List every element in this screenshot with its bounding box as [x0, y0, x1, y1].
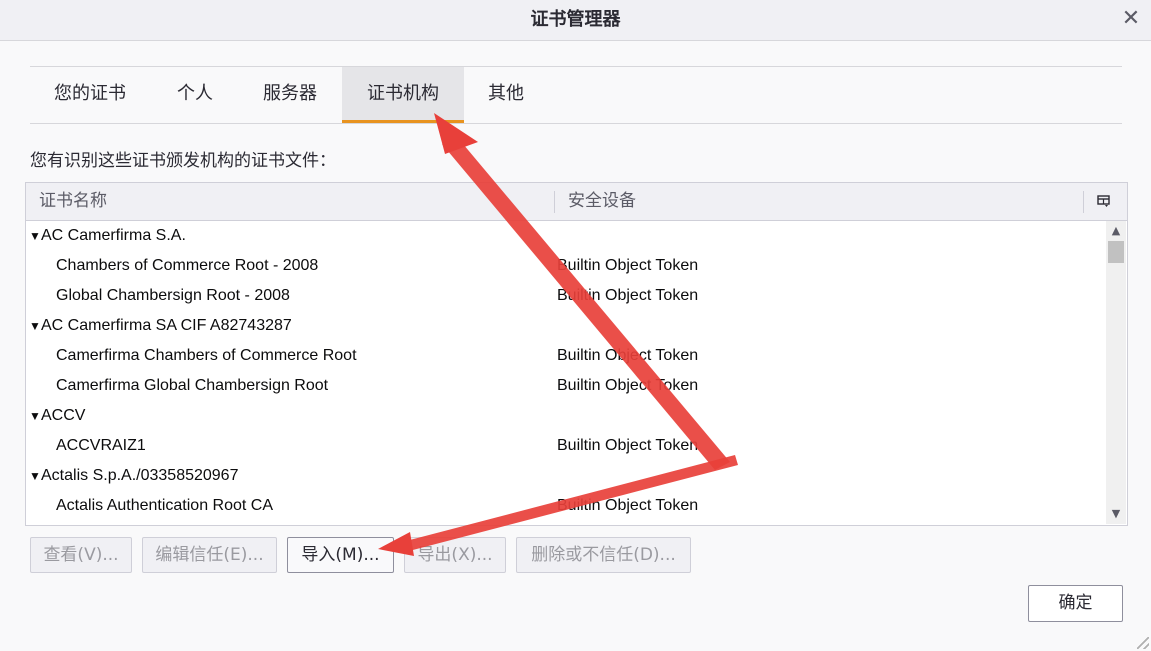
tab-servers[interactable]: 服务器 — [244, 67, 336, 121]
column-separator[interactable] — [1083, 191, 1084, 213]
column-separator[interactable] — [554, 191, 555, 213]
tree-row[interactable]: Global Chambersign Root - 2008 Builtin O… — [26, 281, 1106, 311]
title-bar: 证书管理器 ✕ — [0, 0, 1151, 41]
row-name: Actalis Authentication Root CA — [56, 497, 274, 514]
tree-row-parent[interactable]: ▼ ACCV — [26, 401, 1106, 431]
tree-row[interactable]: Actalis Authentication Root CA Builtin O… — [26, 491, 1106, 521]
row-name: Global Chambersign Root - 2008 — [56, 287, 290, 304]
row-device: Builtin Object Token — [557, 437, 699, 454]
chevron-down-icon[interactable]: ▼ — [1106, 506, 1126, 522]
column-header-device[interactable]: 安全设备 — [568, 183, 636, 220]
window-title: 证书管理器 — [530, 9, 621, 30]
column-picker-icon[interactable] — [1096, 193, 1112, 209]
row-name: AC Camerfirma S.A. — [41, 227, 186, 244]
row-device: Builtin Object Token — [557, 257, 699, 274]
delete-or-distrust-button[interactable]: 删除或不信任(D)... — [516, 537, 691, 573]
tree-row-parent[interactable]: ▼ AC Camerfirma SA CIF A82743287 — [26, 311, 1106, 341]
row-name: Camerfirma Global Chambersign Root — [56, 377, 329, 394]
intro-text: 您有识别这些证书颁发机构的证书文件： — [30, 151, 336, 171]
export-button[interactable]: 导出(X)... — [404, 537, 506, 573]
chevron-down-icon[interactable]: ▼ — [28, 401, 42, 431]
row-name: Chambers of Commerce Root - 2008 — [56, 257, 319, 274]
row-name: AC Camerfirma SA CIF A82743287 — [41, 317, 292, 334]
ok-button[interactable]: 确定 — [1028, 585, 1123, 622]
tree-row[interactable]: Chambers of Commerce Root - 2008 Builtin… — [26, 251, 1106, 281]
row-device: Builtin Object Token — [557, 377, 699, 394]
view-button[interactable]: 查看(V)... — [30, 537, 132, 573]
tab-authorities[interactable]: 证书机构 — [342, 67, 464, 123]
tree-rows: ▼ AC Camerfirma S.A. Chambers of Commerc… — [26, 221, 1106, 523]
tab-your-certificates[interactable]: 您的证书 — [30, 67, 150, 121]
tree-row[interactable]: Camerfirma Global Chambersign Root Built… — [26, 371, 1106, 401]
row-name: ACCVRAIZ1 — [56, 437, 146, 454]
row-device: Builtin Object Token — [557, 347, 699, 364]
row-name: ACCV — [41, 407, 86, 424]
row-name: Camerfirma Chambers of Commerce Root — [56, 347, 357, 364]
chevron-down-icon[interactable]: ▼ — [28, 311, 42, 341]
row-device: Builtin Object Token — [557, 287, 699, 304]
chevron-down-icon[interactable]: ▼ — [28, 461, 42, 491]
row-device: Builtin Object Token — [557, 497, 699, 514]
tree-row[interactable]: ACCVRAIZ1 Builtin Object Token — [26, 431, 1106, 461]
chevron-down-icon[interactable]: ▼ — [28, 221, 42, 251]
scrollbar-thumb[interactable] — [1108, 241, 1124, 263]
tab-people[interactable]: 个人 — [158, 67, 232, 121]
tree-row[interactable]: Camerfirma Chambers of Commerce Root Bui… — [26, 341, 1106, 371]
column-header-name[interactable]: 证书名称 — [39, 183, 107, 220]
vertical-scrollbar[interactable]: ▲ ▼ — [1106, 221, 1126, 524]
tab-bar: 您的证书 个人 服务器 证书机构 其他 — [30, 66, 1122, 124]
tree-header: 证书名称 安全设备 — [26, 183, 1127, 221]
tab-others[interactable]: 其他 — [470, 67, 542, 121]
edit-trust-button[interactable]: 编辑信任(E)... — [142, 537, 277, 573]
tree-row-parent[interactable]: ▼ Actalis S.p.A./03358520967 — [26, 461, 1106, 491]
row-name: Actalis S.p.A./03358520967 — [41, 467, 239, 484]
certificate-tree[interactable]: 证书名称 安全设备 ▼ AC Camerfirma S.A. Chambers … — [25, 182, 1128, 526]
tree-row-parent[interactable]: ▼ AC Camerfirma S.A. — [26, 221, 1106, 251]
import-button[interactable]: 导入(M)... — [287, 537, 394, 573]
chevron-up-icon[interactable]: ▲ — [1106, 223, 1126, 239]
resize-grip-icon[interactable] — [1137, 637, 1149, 649]
close-icon[interactable]: ✕ — [1119, 8, 1143, 32]
